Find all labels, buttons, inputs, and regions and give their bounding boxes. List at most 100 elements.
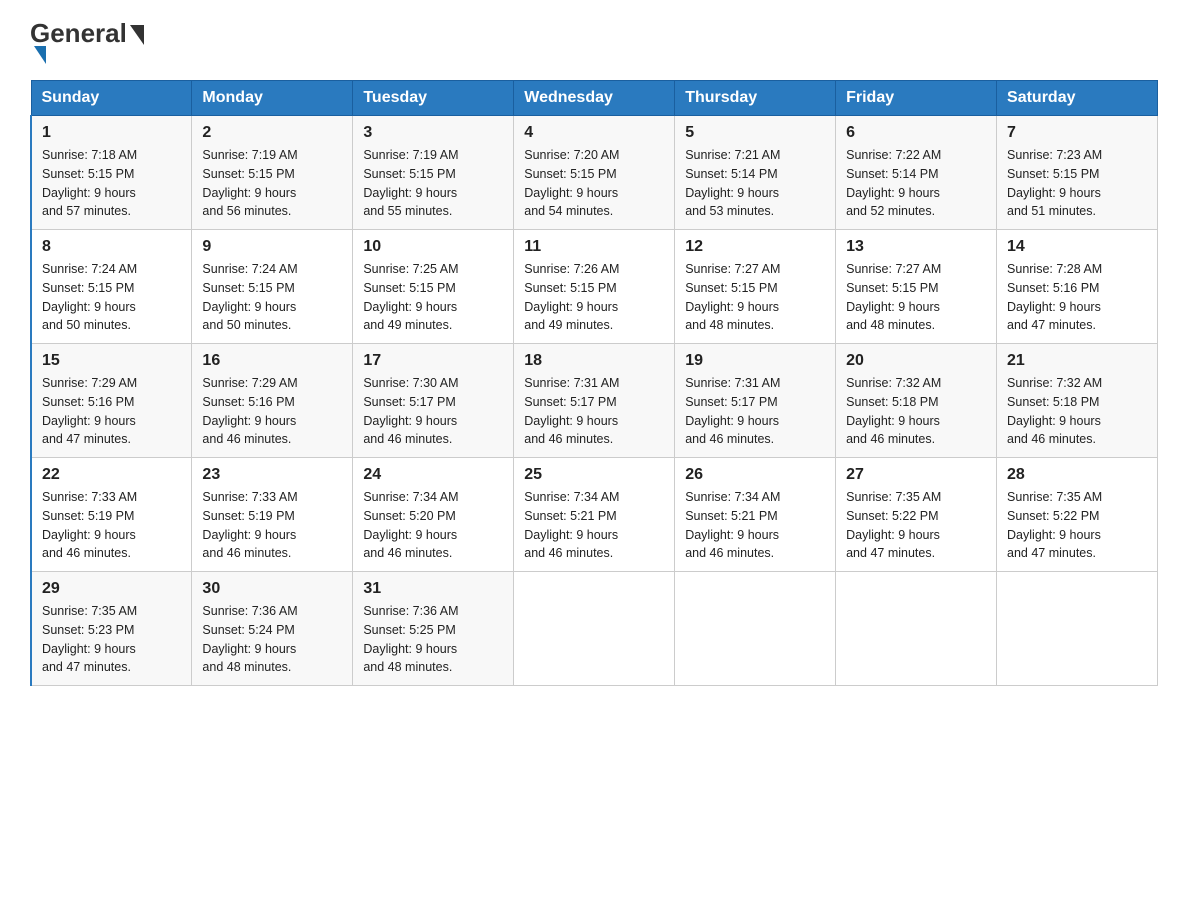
calendar-week-row: 15 Sunrise: 7:29 AMSunset: 5:16 PMDayligh… [31,344,1158,458]
day-info: Sunrise: 7:36 AMSunset: 5:25 PMDaylight:… [363,602,503,677]
calendar-cell: 19 Sunrise: 7:31 AMSunset: 5:17 PMDayligh… [675,344,836,458]
calendar-cell: 1Sunrise: 7:18 AMSunset: 5:15 PMDaylight… [31,116,192,230]
day-info: Sunrise: 7:32 AMSunset: 5:18 PMDaylight:… [846,374,986,449]
calendar-cell: 18Sunrise: 7:31 AMSunset: 5:17 PMDayligh… [514,344,675,458]
day-number: 24 [363,466,503,484]
day-info: Sunrise: 7:26 AMSunset: 5:15 PMDaylight:… [524,260,664,335]
day-number: 28 [1007,466,1147,484]
calendar-cell: 5Sunrise: 7:21 AMSunset: 5:14 PMDaylight… [675,116,836,230]
weekday-header-tuesday: Tuesday [353,81,514,116]
weekday-header-thursday: Thursday [675,81,836,116]
day-info: Sunrise: 7:20 AMSunset: 5:15 PMDaylight:… [524,146,664,221]
calendar-cell: 8 Sunrise: 7:24 AMSunset: 5:15 PMDaylight… [31,230,192,344]
day-info: Sunrise: 7:19 AMSunset: 5:15 PMDaylight:… [363,146,503,221]
day-number: 11 [524,238,664,256]
calendar-cell [836,572,997,686]
day-info: Sunrise: 7:30 AMSunset: 5:17 PMDaylight:… [363,374,503,449]
calendar-cell [514,572,675,686]
calendar-cell: 13 Sunrise: 7:27 AMSunset: 5:15 PMDayligh… [836,230,997,344]
calendar-cell: 17 Sunrise: 7:30 AMSunset: 5:17 PMDayligh… [353,344,514,458]
day-info: Sunrise: 7:27 AMSunset: 5:15 PMDaylight:… [685,260,825,335]
day-info: Sunrise: 7:35 AMSunset: 5:22 PMDaylight:… [846,488,986,563]
logo: General [30,20,144,64]
day-info: Sunrise: 7:22 AMSunset: 5:14 PMDaylight:… [846,146,986,221]
day-info: Sunrise: 7:34 AMSunset: 5:21 PMDaylight:… [685,488,825,563]
day-info: Sunrise: 7:24 AMSunset: 5:15 PMDaylight:… [202,260,342,335]
calendar-cell: 14Sunrise: 7:28 AMSunset: 5:16 PMDayligh… [997,230,1158,344]
day-info: Sunrise: 7:33 AMSunset: 5:19 PMDaylight:… [202,488,342,563]
calendar-cell: 23 Sunrise: 7:33 AMSunset: 5:19 PMDayligh… [192,458,353,572]
day-info: Sunrise: 7:36 AMSunset: 5:24 PMDaylight:… [202,602,342,677]
calendar-week-row: 29 Sunrise: 7:35 AMSunset: 5:23 PMDayligh… [31,572,1158,686]
calendar-cell: 24 Sunrise: 7:34 AMSunset: 5:20 PMDayligh… [353,458,514,572]
page-header: General [30,20,1158,64]
day-info: Sunrise: 7:32 AMSunset: 5:18 PMDaylight:… [1007,374,1147,449]
day-number: 6 [846,124,986,142]
calendar-cell: 4 Sunrise: 7:20 AMSunset: 5:15 PMDaylight… [514,116,675,230]
calendar-cell: 15 Sunrise: 7:29 AMSunset: 5:16 PMDayligh… [31,344,192,458]
day-info: Sunrise: 7:18 AMSunset: 5:15 PMDaylight:… [42,146,181,221]
day-info: Sunrise: 7:34 AMSunset: 5:20 PMDaylight:… [363,488,503,563]
day-number: 26 [685,466,825,484]
day-info: Sunrise: 7:19 AMSunset: 5:15 PMDaylight:… [202,146,342,221]
day-number: 22 [42,466,181,484]
day-number: 12 [685,238,825,256]
calendar-cell [997,572,1158,686]
calendar-cell [675,572,836,686]
calendar-cell: 3Sunrise: 7:19 AMSunset: 5:15 PMDaylight… [353,116,514,230]
day-number: 14 [1007,238,1147,256]
day-info: Sunrise: 7:29 AMSunset: 5:16 PMDaylight:… [202,374,342,449]
calendar-cell: 2 Sunrise: 7:19 AMSunset: 5:15 PMDaylight… [192,116,353,230]
calendar-cell: 29 Sunrise: 7:35 AMSunset: 5:23 PMDayligh… [31,572,192,686]
day-number: 15 [42,352,181,370]
weekday-header-wednesday: Wednesday [514,81,675,116]
calendar-cell: 22 Sunrise: 7:33 AMSunset: 5:19 PMDayligh… [31,458,192,572]
day-info: Sunrise: 7:23 AMSunset: 5:15 PMDaylight:… [1007,146,1147,221]
calendar-table: SundayMondayTuesdayWednesdayThursdayFrid… [30,80,1158,686]
day-number: 13 [846,238,986,256]
day-info: Sunrise: 7:27 AMSunset: 5:15 PMDaylight:… [846,260,986,335]
day-number: 29 [42,580,181,598]
calendar-cell: 6 Sunrise: 7:22 AMSunset: 5:14 PMDaylight… [836,116,997,230]
weekday-header-saturday: Saturday [997,81,1158,116]
day-number: 17 [363,352,503,370]
logo-blue-text [30,46,46,64]
calendar-cell: 7Sunrise: 7:23 AMSunset: 5:15 PMDaylight… [997,116,1158,230]
calendar-cell: 9 Sunrise: 7:24 AMSunset: 5:15 PMDaylight… [192,230,353,344]
day-info: Sunrise: 7:29 AMSunset: 5:16 PMDaylight:… [42,374,181,449]
day-info: Sunrise: 7:35 AMSunset: 5:22 PMDaylight:… [1007,488,1147,563]
day-number: 30 [202,580,342,598]
calendar-cell: 21Sunrise: 7:32 AMSunset: 5:18 PMDayligh… [997,344,1158,458]
day-number: 23 [202,466,342,484]
day-number: 4 [524,124,664,142]
calendar-cell: 25 Sunrise: 7:34 AMSunset: 5:21 PMDayligh… [514,458,675,572]
calendar-cell: 16 Sunrise: 7:29 AMSunset: 5:16 PMDayligh… [192,344,353,458]
calendar-cell: 30 Sunrise: 7:36 AMSunset: 5:24 PMDayligh… [192,572,353,686]
calendar-cell: 10Sunrise: 7:25 AMSunset: 5:15 PMDayligh… [353,230,514,344]
day-number: 31 [363,580,503,598]
calendar-cell: 20Sunrise: 7:32 AMSunset: 5:18 PMDayligh… [836,344,997,458]
day-number: 16 [202,352,342,370]
day-number: 5 [685,124,825,142]
day-number: 8 [42,238,181,256]
day-info: Sunrise: 7:31 AMSunset: 5:17 PMDaylight:… [524,374,664,449]
weekday-header-friday: Friday [836,81,997,116]
calendar-week-row: 22 Sunrise: 7:33 AMSunset: 5:19 PMDayligh… [31,458,1158,572]
day-info: Sunrise: 7:24 AMSunset: 5:15 PMDaylight:… [42,260,181,335]
logo-triangle-icon [34,46,46,64]
calendar-cell: 11 Sunrise: 7:26 AMSunset: 5:15 PMDayligh… [514,230,675,344]
day-number: 25 [524,466,664,484]
calendar-cell: 28 Sunrise: 7:35 AMSunset: 5:22 PMDayligh… [997,458,1158,572]
day-number: 9 [202,238,342,256]
day-info: Sunrise: 7:33 AMSunset: 5:19 PMDaylight:… [42,488,181,563]
day-info: Sunrise: 7:31 AMSunset: 5:17 PMDaylight:… [685,374,825,449]
day-number: 19 [685,352,825,370]
day-info: Sunrise: 7:34 AMSunset: 5:21 PMDaylight:… [524,488,664,563]
day-info: Sunrise: 7:25 AMSunset: 5:15 PMDaylight:… [363,260,503,335]
logo-general-text: General [30,20,144,46]
day-number: 27 [846,466,986,484]
day-info: Sunrise: 7:35 AMSunset: 5:23 PMDaylight:… [42,602,181,677]
calendar-cell: 12 Sunrise: 7:27 AMSunset: 5:15 PMDayligh… [675,230,836,344]
calendar-cell: 31 Sunrise: 7:36 AMSunset: 5:25 PMDayligh… [353,572,514,686]
day-number: 2 [202,124,342,142]
